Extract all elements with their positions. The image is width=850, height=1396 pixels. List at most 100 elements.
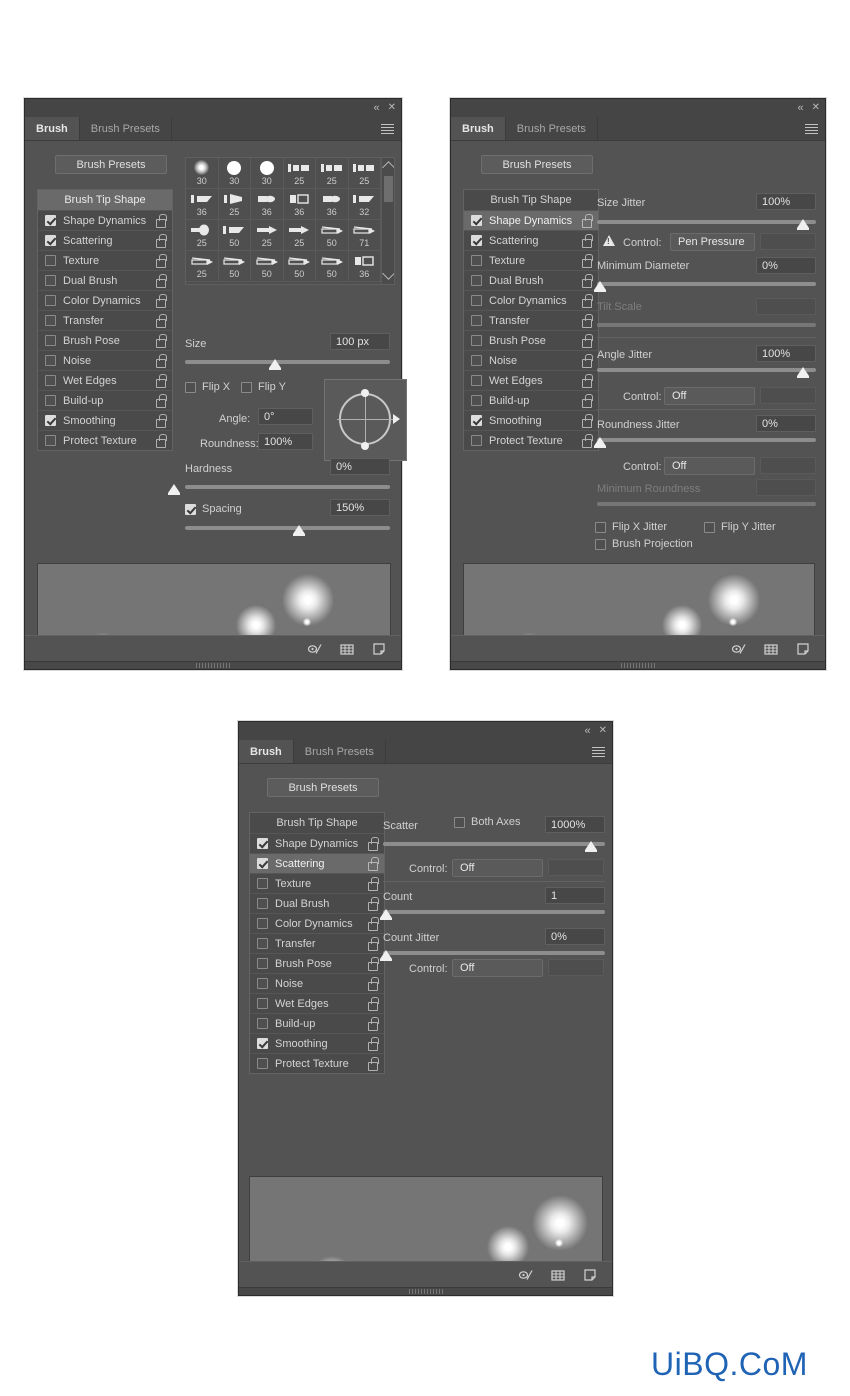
option-checkbox[interactable] xyxy=(471,415,482,426)
option-checkbox[interactable] xyxy=(45,435,56,446)
option-row-smoothing[interactable]: Smoothing xyxy=(250,1033,384,1053)
toggle-brush-settings-icon[interactable] xyxy=(307,641,323,657)
flip-x-jitter-box[interactable] xyxy=(595,521,606,533)
angle-roundness-dial[interactable] xyxy=(324,379,407,461)
lock-icon[interactable] xyxy=(154,334,167,348)
close-icon[interactable]: ✕ xyxy=(388,103,396,113)
brush-tip-cell[interactable]: 50 xyxy=(316,251,349,282)
size-slider-thumb[interactable] xyxy=(269,359,281,370)
option-checkbox[interactable] xyxy=(45,395,56,406)
option-row-noise[interactable]: Noise xyxy=(250,973,384,993)
minimum-diameter-input[interactable]: 0% xyxy=(756,257,816,274)
spacing-slider-track[interactable] xyxy=(185,526,390,530)
lock-icon[interactable] xyxy=(580,434,593,448)
option-row-color-dynamics[interactable]: Color Dynamics xyxy=(464,290,598,310)
option-row-shape-dynamics[interactable]: Shape Dynamics xyxy=(464,210,598,230)
tab-brush-presets[interactable]: Brush Presets xyxy=(80,117,172,140)
lock-icon[interactable] xyxy=(580,274,593,288)
size-jitter-input[interactable]: 100% xyxy=(756,193,816,210)
option-row-texture[interactable]: Texture xyxy=(38,250,172,270)
option-row-dual-brush[interactable]: Dual Brush xyxy=(250,893,384,913)
option-row-protect-texture[interactable]: Protect Texture xyxy=(250,1053,384,1073)
dial-angle-pointer[interactable] xyxy=(393,414,400,424)
lock-icon[interactable] xyxy=(366,877,379,891)
option-row-texture[interactable]: Texture xyxy=(250,873,384,893)
option-checkbox[interactable] xyxy=(45,235,56,246)
brush-tip-cell[interactable]: 25 xyxy=(283,158,316,189)
panel-resize-strip[interactable] xyxy=(25,661,401,669)
option-checkbox[interactable] xyxy=(45,275,56,286)
lock-icon[interactable] xyxy=(366,1037,379,1051)
brush-tip-cell[interactable]: 25 xyxy=(186,220,219,251)
count-track[interactable] xyxy=(383,910,605,914)
option-row-shape-dynamics[interactable]: Shape Dynamics xyxy=(250,833,384,853)
lock-icon[interactable] xyxy=(366,1057,379,1071)
size-value-input[interactable]: 100 px xyxy=(330,333,390,350)
option-checkbox[interactable] xyxy=(471,315,482,326)
brush-tip-cell[interactable]: 50 xyxy=(316,220,349,251)
option-row-transfer[interactable]: Transfer xyxy=(250,933,384,953)
close-icon[interactable]: ✕ xyxy=(599,726,607,736)
size-jitter-track[interactable] xyxy=(597,220,816,224)
option-row-brush-pose[interactable]: Brush Pose xyxy=(38,330,172,350)
brush-tip-cell[interactable]: 25 xyxy=(348,158,381,189)
option-checkbox[interactable] xyxy=(45,315,56,326)
option-row-dual-brush[interactable]: Dual Brush xyxy=(464,270,598,290)
brush-tip-cell[interactable]: 71 xyxy=(348,220,381,251)
brush-tip-cell[interactable]: 36 xyxy=(348,251,381,282)
option-row-noise[interactable]: Noise xyxy=(464,350,598,370)
roundness-jitter-track[interactable] xyxy=(597,438,816,442)
size-slider-track[interactable] xyxy=(185,360,390,364)
roundness-jitter-input[interactable]: 0% xyxy=(756,415,816,432)
angle-jitter-control-dropdown[interactable]: Off xyxy=(664,387,755,405)
option-row-wet-edges[interactable]: Wet Edges xyxy=(464,370,598,390)
option-brush-tip-shape[interactable]: Brush Tip Shape xyxy=(250,813,384,833)
option-checkbox[interactable] xyxy=(471,235,482,246)
angle-jitter-input[interactable]: 100% xyxy=(756,345,816,362)
brush-tip-cell[interactable]: 32 xyxy=(348,189,381,220)
brush-presets-button[interactable]: Brush Presets xyxy=(55,155,167,174)
option-row-scattering[interactable]: Scattering xyxy=(38,230,172,250)
lock-icon[interactable] xyxy=(366,1017,379,1031)
both-axes-checkbox[interactable]: Both Axes xyxy=(454,816,521,828)
scrollbar-thumb[interactable] xyxy=(384,176,393,202)
brush-tip-cell[interactable]: 36 xyxy=(186,189,219,220)
panel-resize-strip[interactable] xyxy=(239,1287,612,1295)
option-row-transfer[interactable]: Transfer xyxy=(464,310,598,330)
new-preset-grid-icon[interactable] xyxy=(763,641,779,657)
spacing-checkbox[interactable]: Spacing xyxy=(185,503,242,515)
close-icon[interactable]: ✕ xyxy=(812,103,820,113)
flip-y-checkbox[interactable]: Flip Y xyxy=(241,381,286,393)
minimum-diameter-thumb[interactable] xyxy=(594,281,606,292)
lock-icon[interactable] xyxy=(154,314,167,328)
resize-grip[interactable] xyxy=(408,1289,443,1294)
brush-tip-cell[interactable]: 25 xyxy=(186,251,219,282)
lock-icon[interactable] xyxy=(366,837,379,851)
option-row-color-dynamics[interactable]: Color Dynamics xyxy=(250,913,384,933)
toggle-brush-settings-icon[interactable] xyxy=(518,1267,534,1283)
roundness-input[interactable]: 100% xyxy=(258,433,313,450)
flip-y-jitter-checkbox[interactable]: Flip Y Jitter xyxy=(704,521,776,533)
lock-icon[interactable] xyxy=(580,374,593,388)
option-row-color-dynamics[interactable]: Color Dynamics xyxy=(38,290,172,310)
option-row-build-up[interactable]: Build-up xyxy=(38,390,172,410)
resize-grip[interactable] xyxy=(621,663,655,668)
lock-icon[interactable] xyxy=(580,394,593,408)
option-row-build-up[interactable]: Build-up xyxy=(250,1013,384,1033)
option-checkbox[interactable] xyxy=(257,858,268,869)
count-jitter-track[interactable] xyxy=(383,951,605,955)
option-row-wet-edges[interactable]: Wet Edges xyxy=(38,370,172,390)
brush-tip-grid[interactable]: 30 30 30 25 25 25 36 25 36 36 36 32 25 50 25 25 50 71 25 50… xyxy=(185,157,395,285)
new-brush-icon[interactable] xyxy=(582,1267,598,1283)
option-row-texture[interactable]: Texture xyxy=(464,250,598,270)
option-checkbox[interactable] xyxy=(471,215,482,226)
resize-grip[interactable] xyxy=(196,663,230,668)
option-checkbox[interactable] xyxy=(471,355,482,366)
option-checkbox[interactable] xyxy=(45,215,56,226)
option-checkbox[interactable] xyxy=(257,1018,268,1029)
option-checkbox[interactable] xyxy=(257,1038,268,1049)
flip-x-checkbox[interactable]: Flip X xyxy=(185,381,230,393)
angle-jitter-track[interactable] xyxy=(597,368,816,372)
tip-grid-scrollbar[interactable] xyxy=(381,158,394,284)
new-brush-icon[interactable] xyxy=(795,641,811,657)
